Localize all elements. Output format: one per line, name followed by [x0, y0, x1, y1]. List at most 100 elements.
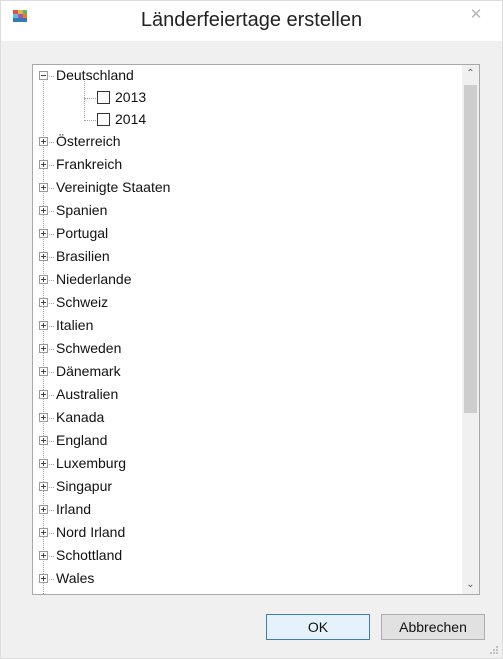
tree-node-label: Frankreich [56, 156, 123, 172]
expand-icon[interactable] [39, 551, 48, 560]
tree-node-2013[interactable]: 2013 [33, 87, 433, 109]
tree-node-label: Dänemark [56, 363, 121, 379]
tree-connector [49, 533, 54, 534]
tree-node-country[interactable]: Nord Irland [33, 522, 433, 544]
tree-connector [49, 372, 54, 373]
tree-node-country[interactable]: Spanien [33, 200, 433, 222]
expand-icon[interactable] [39, 252, 48, 261]
tree-connector [49, 165, 54, 166]
tree-connector [49, 303, 54, 304]
expand-icon[interactable] [39, 160, 48, 169]
expand-icon[interactable] [39, 482, 48, 491]
tree-connector [49, 487, 54, 488]
ok-button[interactable]: OK [266, 614, 370, 640]
expand-icon[interactable] [39, 459, 48, 468]
tree-node-label: Singapur [56, 478, 113, 494]
tree-node-deutschland[interactable]: Deutschland [33, 65, 433, 87]
year-checkbox-2014[interactable] [97, 113, 110, 126]
tree-node-label: Portugal [56, 225, 109, 241]
tree-node-label: Deutschland [56, 67, 134, 83]
dialog-window: Länderfeiertage erstellen ✕ Deutschland [0, 0, 503, 659]
expand-icon[interactable] [39, 298, 48, 307]
tree-connector [49, 188, 54, 189]
expand-icon[interactable] [39, 321, 48, 330]
expand-icon[interactable] [39, 436, 48, 445]
close-button[interactable]: ✕ [456, 1, 496, 27]
expand-icon[interactable] [39, 344, 48, 353]
tree-node-country[interactable]: Luxemburg [33, 453, 433, 475]
chevron-up-icon: ⌃ [466, 68, 475, 79]
tree-node-label: Österreich [56, 133, 121, 149]
close-icon: ✕ [469, 6, 483, 23]
tree-node-country[interactable]: Kanada [33, 407, 433, 429]
tree-node-country[interactable]: Italien [33, 315, 433, 337]
expand-icon[interactable] [39, 505, 48, 514]
tree-node-country[interactable]: Österreich [33, 131, 433, 153]
tree-node-country[interactable]: Irland [33, 499, 433, 521]
expand-icon[interactable] [39, 574, 48, 583]
expand-icon[interactable] [39, 206, 48, 215]
tree-node-label: Schweden [56, 340, 122, 356]
tree-connector [49, 234, 54, 235]
dialog-body: Deutschland 2013 2014 Österreich Frankre… [1, 41, 502, 658]
expand-icon[interactable] [39, 183, 48, 192]
tree-node-label: 2014 [115, 111, 147, 127]
tree-node-label: Vereinigte Staaten [56, 179, 171, 195]
tree-node-label: Luxemburg [56, 455, 127, 471]
collapse-icon[interactable] [39, 71, 48, 80]
window-title: Länderfeiertage erstellen [140, 9, 363, 31]
tree-node-country[interactable]: Portugal [33, 223, 433, 245]
title-bar[interactable]: Länderfeiertage erstellen ✕ [1, 1, 502, 41]
tree-connector [49, 441, 54, 442]
tree-node-label: Australien [56, 386, 119, 402]
tree-connector [49, 257, 54, 258]
tree-connector [49, 349, 54, 350]
tree-node-country[interactable]: Frankreich [33, 154, 433, 176]
tree-node-2014[interactable]: 2014 [33, 109, 433, 131]
expand-icon[interactable] [39, 528, 48, 537]
tree-scrollbar[interactable]: ⌃ ⌄ [462, 65, 479, 594]
tree-node-country[interactable]: Wales [33, 568, 433, 590]
expand-icon[interactable] [39, 137, 48, 146]
tree-content: Deutschland 2013 2014 Österreich Frankre… [33, 65, 463, 594]
scroll-up-button[interactable]: ⌃ [462, 65, 479, 83]
tree-connector [49, 464, 54, 465]
tree-node-label: England [56, 432, 108, 448]
tree-node-label: Kanada [56, 409, 105, 425]
tree-node-country[interactable]: Niederlande [33, 269, 433, 291]
tree-node-country[interactable]: Vereinigte Staaten [33, 177, 433, 199]
tree-node-country[interactable]: Brasilien [33, 246, 433, 268]
tree-connector [49, 211, 54, 212]
expand-icon[interactable] [39, 367, 48, 376]
tree-node-country[interactable]: Australien [33, 384, 433, 406]
tree-node-country[interactable]: Schweden [33, 338, 433, 360]
tree-node-label: Schweiz [56, 294, 109, 310]
country-tree[interactable]: Deutschland 2013 2014 Österreich Frankre… [32, 64, 480, 595]
tree-node-label: Nord Irland [56, 524, 126, 540]
expand-icon[interactable] [39, 390, 48, 399]
tree-connector [49, 579, 54, 580]
tree-node-country[interactable]: Schottland [33, 545, 433, 567]
tree-connector [49, 142, 54, 143]
expand-icon[interactable] [39, 229, 48, 238]
scroll-down-button[interactable]: ⌄ [462, 576, 479, 594]
expand-icon[interactable] [39, 413, 48, 422]
tree-node-country[interactable]: Singapur [33, 476, 433, 498]
tree-connector [49, 510, 54, 511]
tree-node-country[interactable]: England [33, 430, 433, 452]
tree-node-country[interactable]: Schweiz [33, 292, 433, 314]
tree-node-label: Spanien [56, 202, 108, 218]
tree-node-label: Irland [56, 501, 92, 517]
tree-connector [49, 326, 54, 327]
resize-grip-icon[interactable] [489, 645, 499, 655]
year-checkbox-2013[interactable] [97, 91, 110, 104]
cancel-button[interactable]: Abbrechen [381, 614, 485, 640]
tree-connector [49, 556, 54, 557]
chevron-down-icon: ⌄ [466, 579, 475, 590]
tree-connector [49, 76, 54, 77]
tree-node-country[interactable]: Dänemark [33, 361, 433, 383]
expand-icon[interactable] [39, 275, 48, 284]
tree-node-label: Wales [56, 570, 95, 586]
scroll-thumb[interactable] [464, 85, 477, 413]
tree-node-label: Brasilien [56, 248, 110, 264]
